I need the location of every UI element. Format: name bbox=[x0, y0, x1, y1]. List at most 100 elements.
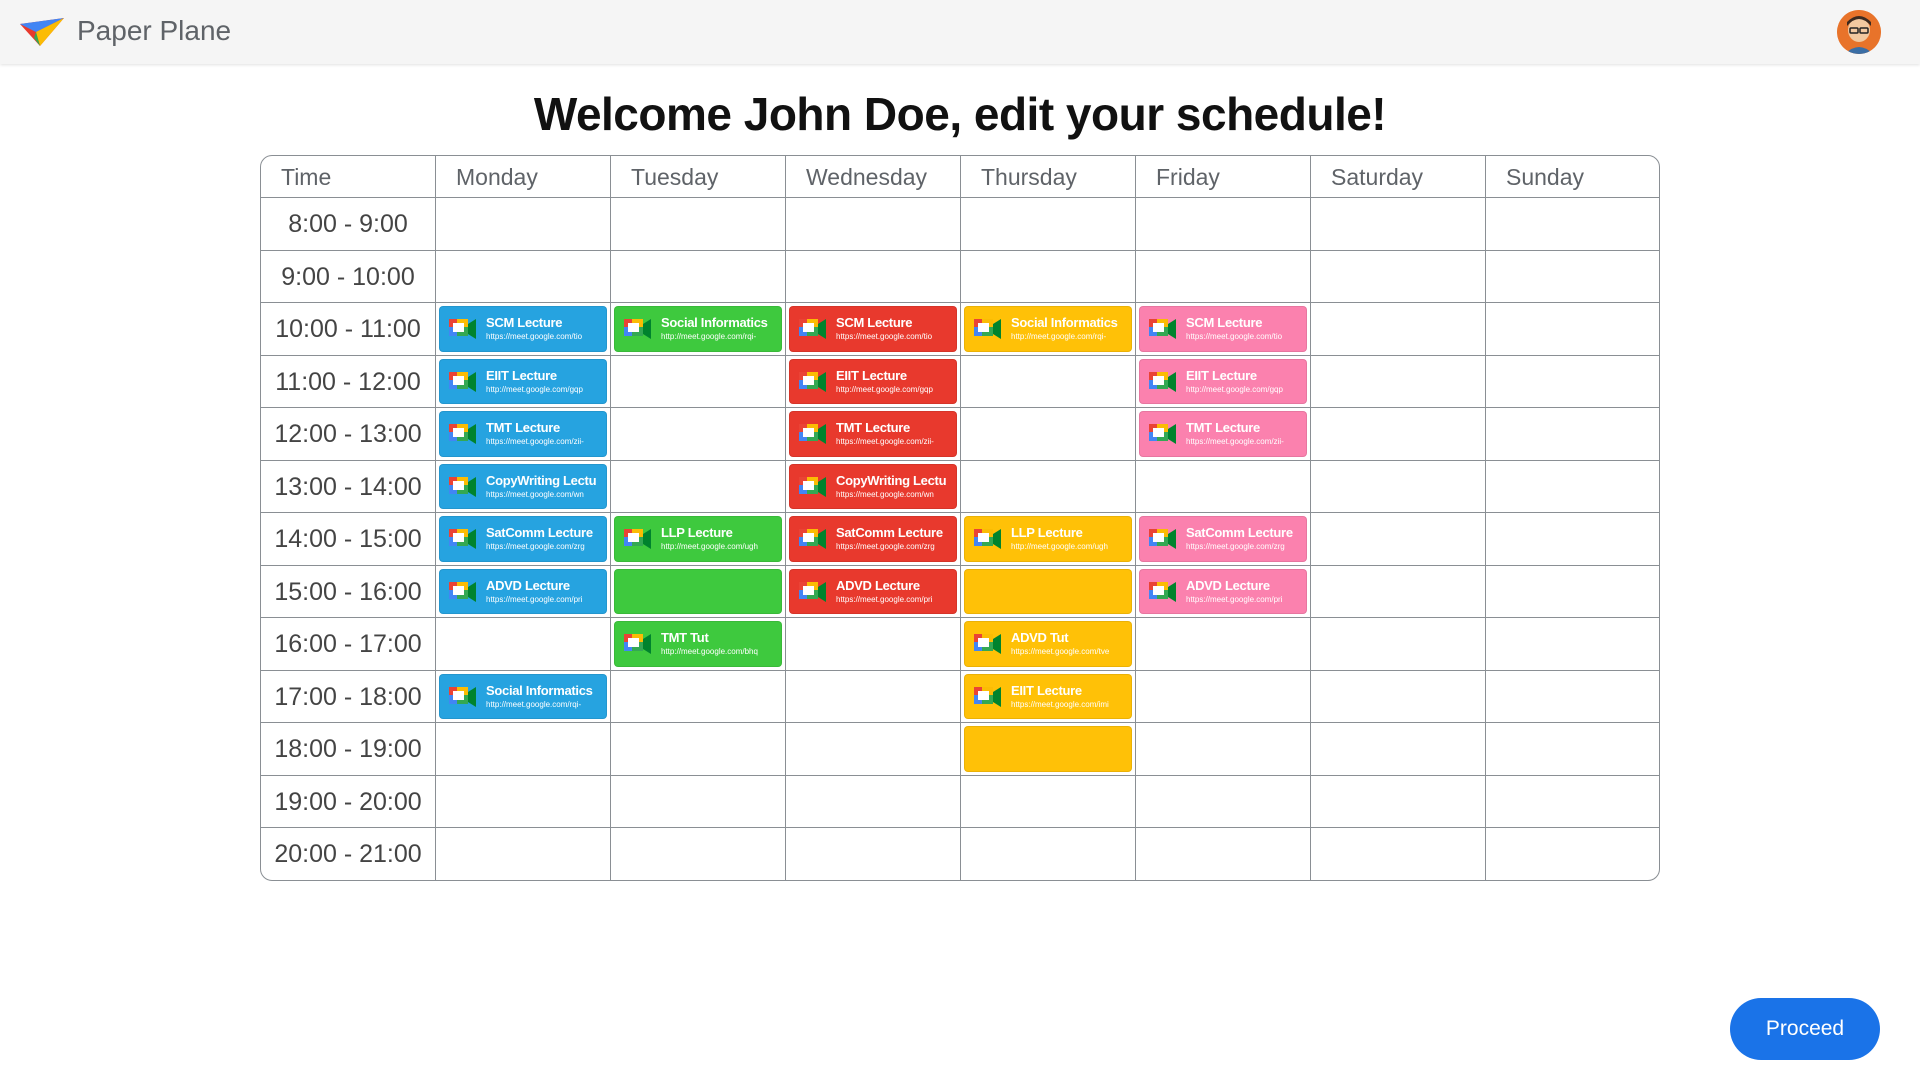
event-meet-link[interactable]: https://meet.google.com/pri bbox=[1186, 595, 1302, 604]
schedule-cell[interactable]: EIIT Lecture https://meet.google.com/imi bbox=[961, 670, 1136, 723]
schedule-cell[interactable] bbox=[1311, 460, 1486, 513]
user-avatar[interactable] bbox=[1837, 10, 1881, 54]
schedule-cell[interactable] bbox=[786, 775, 961, 828]
schedule-cell[interactable]: ADVD Tut https://meet.google.com/tve bbox=[961, 618, 1136, 671]
event-meet-link[interactable]: http://meet.google.com/ugh bbox=[661, 542, 777, 551]
schedule-cell[interactable] bbox=[1311, 198, 1486, 251]
event-meet-link[interactable]: https://meet.google.com/zrg bbox=[486, 542, 602, 551]
schedule-cell[interactable] bbox=[1136, 250, 1311, 303]
schedule-cell[interactable] bbox=[436, 828, 611, 880]
event-meet-link[interactable]: https://meet.google.com/zii- bbox=[486, 437, 602, 446]
event-meet-link[interactable]: https://meet.google.com/tio bbox=[836, 332, 952, 341]
schedule-cell[interactable]: SCM Lecture https://meet.google.com/tio bbox=[436, 303, 611, 356]
schedule-cell[interactable] bbox=[1136, 775, 1311, 828]
schedule-cell[interactable] bbox=[786, 670, 961, 723]
schedule-cell[interactable]: Social Informatics http://meet.google.com… bbox=[436, 670, 611, 723]
schedule-cell[interactable] bbox=[1311, 250, 1486, 303]
event-card[interactable]: LLP Lecture http://meet.google.com/ugh bbox=[614, 516, 782, 562]
schedule-cell[interactable]: Social Informatics http://meet.google.com… bbox=[611, 303, 786, 356]
schedule-cell[interactable] bbox=[1136, 460, 1311, 513]
schedule-cell[interactable]: TMT Lecture https://meet.google.com/zii- bbox=[786, 408, 961, 461]
schedule-cell[interactable]: SCM Lecture https://meet.google.com/tio bbox=[786, 303, 961, 356]
schedule-cell[interactable]: SatComm Lecture https://meet.google.com/z… bbox=[786, 513, 961, 566]
schedule-cell[interactable] bbox=[961, 250, 1136, 303]
schedule-cell[interactable] bbox=[786, 828, 961, 880]
schedule-cell[interactable] bbox=[786, 198, 961, 251]
schedule-cell[interactable] bbox=[1486, 408, 1659, 461]
event-card[interactable]: EIIT Lecture http://meet.google.com/gqp bbox=[789, 358, 957, 404]
event-card[interactable]: Social Informatics http://meet.google.com… bbox=[439, 673, 607, 719]
event-card[interactable]: EIIT Lecture https://meet.google.com/imi bbox=[964, 673, 1132, 719]
event-card[interactable] bbox=[964, 568, 1132, 614]
event-card[interactable]: SatComm Lecture https://meet.google.com/z… bbox=[439, 516, 607, 562]
schedule-cell[interactable] bbox=[611, 198, 786, 251]
app-name[interactable]: Paper Plane bbox=[77, 14, 231, 48]
event-card[interactable] bbox=[614, 568, 782, 614]
schedule-cell[interactable] bbox=[961, 723, 1136, 776]
event-meet-link[interactable]: https://meet.google.com/imi bbox=[1011, 700, 1127, 709]
schedule-cell[interactable] bbox=[786, 250, 961, 303]
event-card[interactable] bbox=[964, 726, 1132, 772]
event-card[interactable]: ADVD Tut https://meet.google.com/tve bbox=[964, 621, 1132, 667]
schedule-cell[interactable] bbox=[1136, 670, 1311, 723]
event-card[interactable]: TMT Lecture https://meet.google.com/zii- bbox=[439, 411, 607, 457]
event-card[interactable]: SatComm Lecture https://meet.google.com/z… bbox=[1139, 516, 1307, 562]
event-meet-link[interactable]: https://meet.google.com/tio bbox=[486, 332, 602, 341]
event-card[interactable]: TMT Lecture https://meet.google.com/zii- bbox=[1139, 411, 1307, 457]
schedule-cell[interactable] bbox=[611, 670, 786, 723]
schedule-cell[interactable] bbox=[1311, 775, 1486, 828]
schedule-cell[interactable]: LLP Lecture http://meet.google.com/ugh bbox=[611, 513, 786, 566]
event-meet-link[interactable]: https://meet.google.com/tve bbox=[1011, 647, 1127, 656]
schedule-cell[interactable] bbox=[1311, 828, 1486, 880]
event-card[interactable]: CopyWriting Lectu https://meet.google.com… bbox=[789, 463, 957, 509]
schedule-cell[interactable] bbox=[1136, 828, 1311, 880]
event-meet-link[interactable]: http://meet.google.com/gqp bbox=[836, 385, 952, 394]
event-meet-link[interactable]: http://meet.google.com/bhq bbox=[661, 647, 777, 656]
schedule-cell[interactable]: LLP Lecture http://meet.google.com/ugh bbox=[961, 513, 1136, 566]
event-meet-link[interactable]: http://meet.google.com/gqp bbox=[486, 385, 602, 394]
event-meet-link[interactable]: https://meet.google.com/zrg bbox=[1186, 542, 1302, 551]
schedule-cell[interactable]: SCM Lecture https://meet.google.com/tio bbox=[1136, 303, 1311, 356]
event-meet-link[interactable]: https://meet.google.com/zrg bbox=[836, 542, 952, 551]
schedule-cell[interactable] bbox=[1486, 513, 1659, 566]
schedule-cell[interactable] bbox=[436, 198, 611, 251]
schedule-cell[interactable]: TMT Tut http://meet.google.com/bhq bbox=[611, 618, 786, 671]
event-meet-link[interactable]: http://meet.google.com/rqi- bbox=[486, 700, 602, 709]
schedule-cell[interactable] bbox=[1311, 618, 1486, 671]
schedule-cell[interactable]: TMT Lecture https://meet.google.com/zii- bbox=[1136, 408, 1311, 461]
event-card[interactable]: CopyWriting Lectu https://meet.google.com… bbox=[439, 463, 607, 509]
schedule-cell[interactable] bbox=[611, 828, 786, 880]
event-card[interactable]: LLP Lecture http://meet.google.com/ugh bbox=[964, 516, 1132, 562]
schedule-cell[interactable]: CopyWriting Lectu https://meet.google.com… bbox=[436, 460, 611, 513]
event-card[interactable]: SCM Lecture https://meet.google.com/tio bbox=[789, 306, 957, 352]
event-meet-link[interactable]: https://meet.google.com/tio bbox=[1186, 332, 1302, 341]
schedule-cell[interactable] bbox=[1311, 513, 1486, 566]
schedule-cell[interactable]: EIIT Lecture http://meet.google.com/gqp bbox=[436, 355, 611, 408]
schedule-cell[interactable] bbox=[611, 408, 786, 461]
schedule-cell[interactable] bbox=[1486, 198, 1659, 251]
schedule-cell[interactable] bbox=[786, 618, 961, 671]
schedule-cell[interactable] bbox=[961, 828, 1136, 880]
schedule-cell[interactable] bbox=[961, 198, 1136, 251]
event-card[interactable]: TMT Lecture https://meet.google.com/zii- bbox=[789, 411, 957, 457]
proceed-button[interactable]: Proceed bbox=[1730, 998, 1880, 1060]
schedule-cell[interactable] bbox=[1486, 671, 1659, 723]
event-card[interactable]: Social Informatics http://meet.google.com… bbox=[614, 306, 782, 352]
schedule-cell[interactable] bbox=[1486, 828, 1659, 880]
schedule-cell[interactable] bbox=[961, 355, 1136, 408]
event-card[interactable]: SatComm Lecture https://meet.google.com/z… bbox=[789, 516, 957, 562]
schedule-cell[interactable] bbox=[1486, 356, 1659, 408]
schedule-cell[interactable]: ADVD Lecture https://meet.google.com/pri bbox=[436, 565, 611, 618]
schedule-cell[interactable] bbox=[1486, 251, 1659, 303]
event-card[interactable]: SCM Lecture https://meet.google.com/tio bbox=[1139, 306, 1307, 352]
schedule-cell[interactable] bbox=[961, 408, 1136, 461]
event-card[interactable]: Social Informatics http://meet.google.com… bbox=[964, 306, 1132, 352]
schedule-cell[interactable]: SatComm Lecture https://meet.google.com/z… bbox=[1136, 513, 1311, 566]
schedule-cell[interactable] bbox=[1486, 461, 1659, 513]
schedule-cell[interactable] bbox=[961, 460, 1136, 513]
event-card[interactable]: TMT Tut http://meet.google.com/bhq bbox=[614, 621, 782, 667]
event-card[interactable]: EIIT Lecture http://meet.google.com/gqp bbox=[1139, 358, 1307, 404]
schedule-cell[interactable]: TMT Lecture https://meet.google.com/zii- bbox=[436, 408, 611, 461]
schedule-cell[interactable] bbox=[611, 565, 786, 618]
event-meet-link[interactable]: https://meet.google.com/wn bbox=[836, 490, 952, 499]
